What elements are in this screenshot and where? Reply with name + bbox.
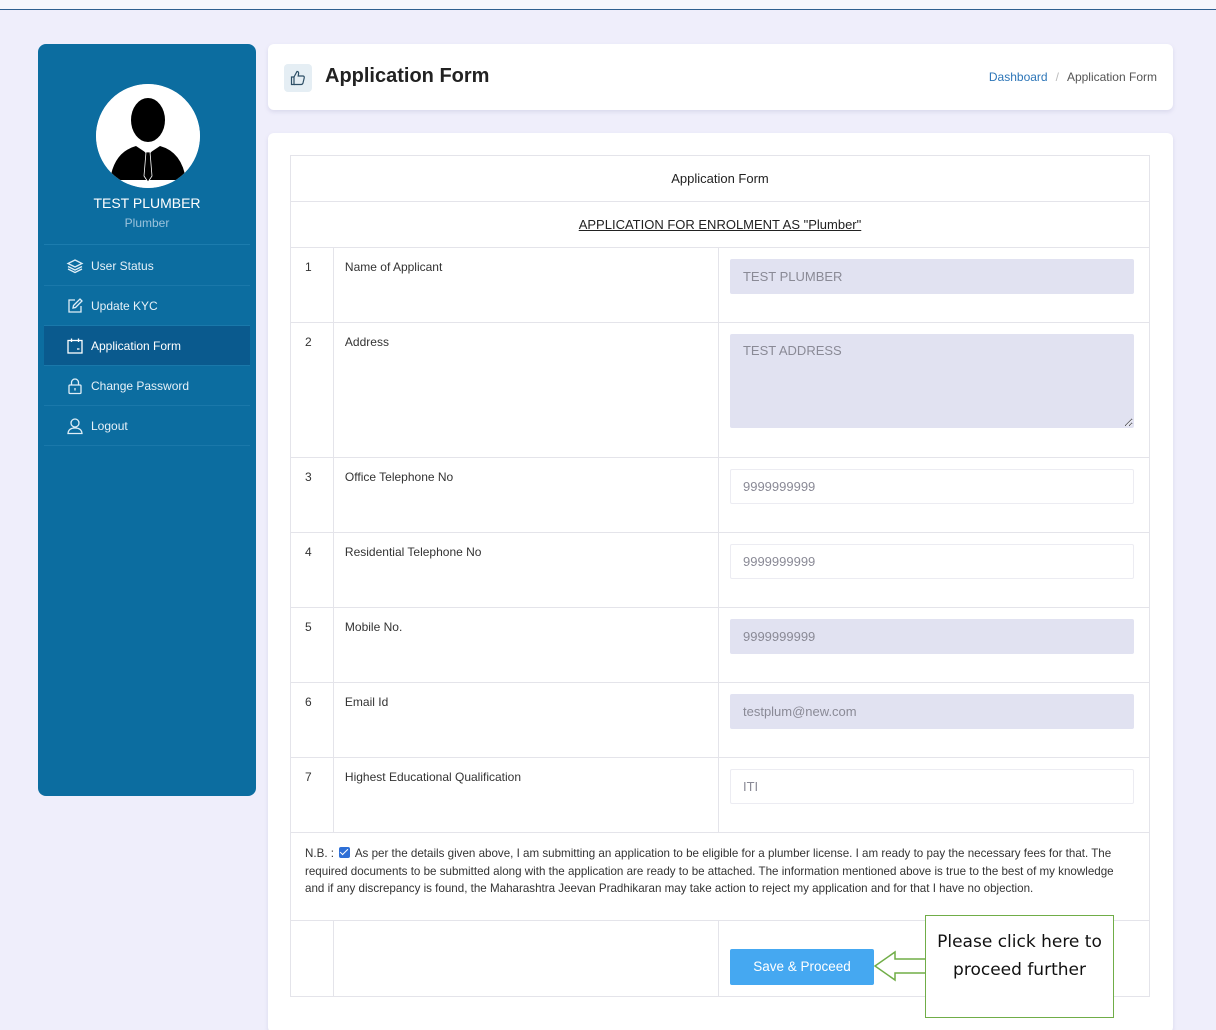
form-heading: Application Form bbox=[290, 155, 1150, 202]
row-label: Address bbox=[332, 322, 719, 458]
table-row: 6 Email Id bbox=[290, 682, 1151, 758]
row-label: Residential Telephone No bbox=[332, 532, 719, 608]
user-icon bbox=[66, 417, 84, 435]
application-form-table: Application Form APPLICATION FOR ENROLME… bbox=[290, 155, 1151, 997]
breadcrumb-separator: / bbox=[1055, 70, 1059, 84]
table-row: 2 Address TEST ADDRESS bbox=[290, 322, 1151, 458]
row-number: 6 bbox=[290, 682, 334, 758]
table-row: 5 Mobile No. bbox=[290, 607, 1151, 683]
sidebar-item-update-kyc[interactable]: Update KYC bbox=[44, 286, 250, 326]
sidebar: TEST PLUMBER Plumber User Status Update … bbox=[38, 44, 256, 796]
edit-icon bbox=[66, 297, 84, 315]
breadcrumb-dashboard-link[interactable]: Dashboard bbox=[989, 70, 1048, 84]
form-subheading-row: APPLICATION FOR ENROLMENT AS "Plumber" bbox=[290, 201, 1150, 248]
sidebar-item-label: Update KYC bbox=[91, 298, 158, 313]
page-title: Application Form bbox=[325, 65, 490, 87]
qualification-input[interactable] bbox=[729, 769, 1134, 804]
row-label: Email Id bbox=[332, 682, 719, 758]
row-label: Highest Educational Qualification bbox=[332, 757, 719, 833]
thumbs-up-icon bbox=[284, 64, 312, 92]
sidebar-item-label: Application Form bbox=[91, 338, 182, 353]
sidebar-nav: User Status Update KYC Application Form … bbox=[44, 246, 250, 446]
table-row: 4 Residential Telephone No bbox=[290, 532, 1151, 608]
row-number: 2 bbox=[290, 322, 334, 458]
sidebar-divider bbox=[44, 244, 250, 245]
row-number: 1 bbox=[290, 247, 334, 323]
row-label: Mobile No. bbox=[332, 607, 719, 683]
breadcrumb-current: Application Form bbox=[1066, 70, 1157, 84]
breadcrumb: Dashboard / Application Form bbox=[989, 70, 1157, 84]
declaration-checkbox[interactable] bbox=[339, 847, 351, 858]
callout-text: Please click here to proceed further bbox=[937, 932, 1102, 980]
user-silhouette-icon bbox=[96, 84, 200, 188]
declaration-row: N.B. : As per the details given above, I… bbox=[290, 832, 1150, 921]
row-number: 7 bbox=[290, 757, 334, 833]
row-number: 5 bbox=[290, 607, 334, 683]
row-label: Office Telephone No bbox=[332, 457, 719, 533]
row-number: 4 bbox=[290, 532, 334, 608]
top-strip bbox=[0, 0, 1216, 10]
callout-box: Please click here to proceed further bbox=[925, 915, 1114, 1018]
row-label: Name of Applicant bbox=[332, 247, 719, 323]
application-form-card: Application Form APPLICATION FOR ENROLME… bbox=[268, 133, 1173, 1030]
page-header: Application Form Dashboard / Application F… bbox=[268, 44, 1173, 110]
sidebar-item-change-password[interactable]: Change Password bbox=[44, 366, 250, 406]
email-input[interactable] bbox=[729, 694, 1134, 729]
sidebar-item-label: Change Password bbox=[91, 378, 190, 393]
declaration-text: As per the details given above, I am sub… bbox=[305, 847, 1114, 895]
applicant-name-input[interactable] bbox=[729, 259, 1134, 294]
table-row: 7 Highest Educational Qualification bbox=[290, 757, 1151, 833]
declaration-note: N.B. : As per the details given above, I… bbox=[290, 832, 1150, 921]
profile-name: TEST PLUMBER bbox=[93, 195, 201, 211]
form-heading-row: Application Form bbox=[290, 155, 1150, 202]
profile-role: Plumber bbox=[124, 216, 170, 230]
sidebar-item-application-form[interactable]: Application Form bbox=[44, 326, 250, 366]
mobile-number-input[interactable] bbox=[729, 619, 1134, 654]
save-proceed-button[interactable]: Save & Proceed bbox=[729, 948, 874, 985]
callout-arrow-icon bbox=[873, 950, 929, 982]
sidebar-item-label: User Status bbox=[91, 258, 154, 273]
sidebar-item-label: Logout bbox=[91, 418, 128, 433]
office-telephone-input[interactable] bbox=[729, 469, 1134, 504]
note-prefix: N.B. : bbox=[305, 847, 334, 860]
address-textarea[interactable]: TEST ADDRESS bbox=[729, 334, 1134, 428]
sidebar-item-logout[interactable]: Logout bbox=[44, 406, 250, 446]
lock-icon bbox=[66, 377, 84, 395]
layers-icon bbox=[66, 257, 84, 275]
sidebar-item-user-status[interactable]: User Status bbox=[44, 246, 250, 286]
table-row: 3 Office Telephone No bbox=[290, 457, 1151, 533]
calendar-icon bbox=[66, 337, 84, 355]
table-row: 1 Name of Applicant bbox=[290, 247, 1151, 323]
residential-telephone-input[interactable] bbox=[729, 544, 1134, 579]
form-subheading: APPLICATION FOR ENROLMENT AS "Plumber" bbox=[578, 217, 862, 232]
avatar bbox=[96, 84, 200, 188]
row-number: 3 bbox=[290, 457, 334, 533]
